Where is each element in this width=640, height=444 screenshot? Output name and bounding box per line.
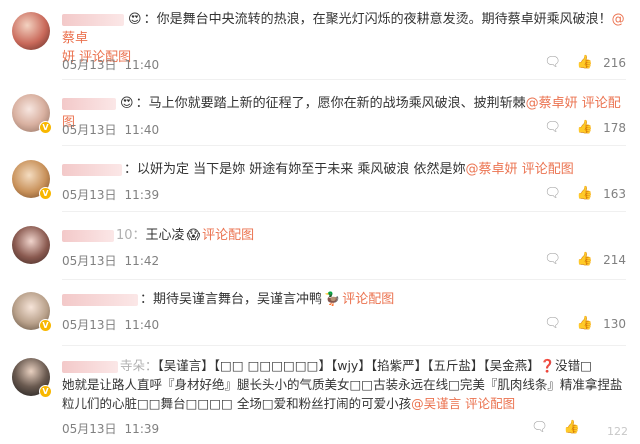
comment-actions: 🗨 👍 bbox=[531, 420, 584, 435]
verified-badge-icon: V bbox=[39, 319, 52, 332]
comment-item: 😍 ：你是舞台中央流转的热浪，在聚光灯闪烁的夜耕意发烫。期待蔡卓妍乘风破浪！@蔡卓… bbox=[0, 0, 640, 80]
comment-time: 11:39 bbox=[124, 422, 160, 436]
avatar[interactable]: V bbox=[12, 94, 52, 134]
reaction-emoji-icon: 😍 bbox=[128, 12, 142, 27]
reply-icon[interactable]: 🗨 bbox=[531, 420, 548, 435]
comment-time: 11:40 bbox=[124, 318, 160, 332]
reply-icon[interactable]: 🗨 bbox=[544, 252, 561, 267]
comment-text: 王心凌 bbox=[145, 228, 185, 243]
comment-item: 10：王心凌 😱 评论配图 05月13日 11:42 🗨 👍 214 bbox=[0, 212, 640, 280]
like-icon[interactable]: 👍 bbox=[577, 55, 593, 70]
comment-text: 以妍为定 当下是妳 妍途有妳至于未来 乘风破浪 依然是妳 bbox=[137, 162, 466, 177]
username[interactable] bbox=[62, 360, 118, 373]
username-suffix: 10： bbox=[116, 228, 146, 243]
comment-actions: 🗨 👍 130 bbox=[544, 316, 626, 331]
comment-item: V 😍 ：马上你就要踏上新的征程了，愿你在新的战场乘风破浪、披荆斩棘@蔡卓妍 评论… bbox=[0, 80, 640, 146]
comment-date: 05月13日 bbox=[62, 318, 117, 332]
comment-meta: 05月13日 11:40 bbox=[62, 56, 167, 73]
like-icon[interactable]: 👍 bbox=[577, 316, 593, 331]
comment-actions: 🗨 👍 214 bbox=[544, 252, 626, 267]
comment-actions: 🗨 👍 163 bbox=[544, 186, 626, 201]
avatar[interactable]: V bbox=[12, 358, 52, 398]
comment-text-line1: 【吴谨言】【□□ □□□□□□】【wjy】【掐紫严】【五斤盐】【吴金燕】❓没错□ bbox=[157, 358, 592, 373]
comment-item: V ：以妍为定 当下是妳 妍途有妳至于未来 乘风破浪 依然是妳@蔡卓妍 评论配图… bbox=[0, 146, 640, 212]
avatar[interactable]: V bbox=[12, 160, 52, 200]
comment-actions: 🗨 👍 216 bbox=[544, 55, 626, 70]
shocked-emoji-icon: 😱 bbox=[186, 228, 201, 243]
comment-item: V ：期待吴谨言舞台，吴谨言冲鸭 🦆 评论配图 05月13日 11:40 🗨 👍 13… bbox=[0, 280, 640, 346]
comment-meta: 05月13日 11:39 bbox=[62, 420, 167, 437]
comment-time: 11:40 bbox=[124, 123, 160, 137]
like-count: 178 bbox=[603, 120, 626, 135]
like-count: 163 bbox=[603, 186, 626, 201]
like-icon[interactable]: 👍 bbox=[577, 120, 593, 135]
like-icon[interactable]: 👍 bbox=[577, 252, 593, 267]
avatar[interactable] bbox=[12, 226, 50, 264]
like-icon[interactable]: 👍 bbox=[577, 186, 593, 201]
duck-emoji-icon: 🦆 bbox=[324, 292, 341, 307]
avatar[interactable]: V bbox=[12, 292, 52, 332]
like-count: 216 bbox=[603, 55, 626, 70]
comment-meta: 05月13日 11:42 bbox=[62, 252, 167, 269]
watermark: 122 bbox=[607, 425, 628, 438]
comment-meta: 05月13日 11:40 bbox=[62, 121, 167, 138]
username[interactable] bbox=[62, 13, 124, 26]
comment-time: 11:40 bbox=[124, 58, 160, 72]
comment-item: V 寺朵：【吴谨言】【□□ □□□□□□】【wjy】【掐紫严】【五斤盐】【吴金燕… bbox=[0, 346, 640, 444]
comment-text: 马上你就要踏上新的征程了，愿你在新的战场乘风破浪、披荆斩棘 bbox=[148, 96, 526, 111]
comment-image-link[interactable]: 评论配图 bbox=[202, 228, 254, 243]
mention-link[interactable]: @蔡卓妍 bbox=[526, 96, 578, 111]
reply-icon[interactable]: 🗨 bbox=[544, 55, 561, 70]
mention-link[interactable]: @蔡卓妍 bbox=[466, 162, 518, 177]
username-suffix: 寺朵： bbox=[120, 358, 158, 373]
reaction-emoji-icon: 😍 bbox=[120, 96, 134, 111]
comment-date: 05月13日 bbox=[62, 422, 117, 436]
comment-meta: 05月13日 11:40 bbox=[62, 316, 167, 333]
comment-actions: 🗨 👍 178 bbox=[544, 120, 626, 135]
verified-badge-icon: V bbox=[39, 187, 52, 200]
comment-image-link[interactable]: 评论配图 bbox=[465, 396, 515, 411]
verified-badge-icon: V bbox=[39, 385, 52, 398]
comment-time: 11:42 bbox=[124, 254, 160, 268]
like-count: 214 bbox=[603, 252, 626, 267]
comment-text: 期待吴谨言舞台，吴谨言冲鸭 bbox=[153, 292, 323, 307]
comment-text-line2: 她就是让路人直呼『身材好绝』腿长头小的气质美女□□古装永远在线□完美『肌肉线条』… bbox=[62, 377, 623, 392]
username[interactable] bbox=[62, 229, 114, 242]
comment-date: 05月13日 bbox=[62, 188, 117, 202]
comment-text-line3: 粒儿们的心脏□□舞台□□□□ 全场□爱和粉丝打闹的可爱小孩 bbox=[62, 396, 412, 411]
comment-date: 05月13日 bbox=[62, 123, 117, 137]
verified-badge-icon: V bbox=[39, 121, 52, 134]
comment-meta: 05月13日 11:39 bbox=[62, 186, 167, 203]
mention-link[interactable]: @吴谨言 bbox=[411, 396, 461, 411]
username[interactable] bbox=[62, 163, 122, 176]
like-icon[interactable]: 👍 bbox=[564, 420, 580, 435]
comment-image-link[interactable]: 评论配图 bbox=[342, 292, 394, 307]
comment-image-link[interactable]: 评论配图 bbox=[522, 162, 574, 177]
avatar[interactable] bbox=[12, 12, 50, 50]
reply-icon[interactable]: 🗨 bbox=[544, 120, 561, 135]
reply-icon[interactable]: 🗨 bbox=[544, 316, 561, 331]
comment-date: 05月13日 bbox=[62, 58, 117, 72]
username[interactable] bbox=[62, 97, 116, 110]
reply-icon[interactable]: 🗨 bbox=[544, 186, 561, 201]
like-count: 130 bbox=[603, 316, 626, 331]
comment-date: 05月13日 bbox=[62, 254, 117, 268]
username[interactable] bbox=[62, 293, 138, 306]
comment-text: 你是舞台中央流转的热浪，在聚光灯闪烁的夜耕意发烫。期待蔡卓妍乘风破浪！ bbox=[156, 12, 612, 27]
comment-time: 11:39 bbox=[124, 188, 160, 202]
